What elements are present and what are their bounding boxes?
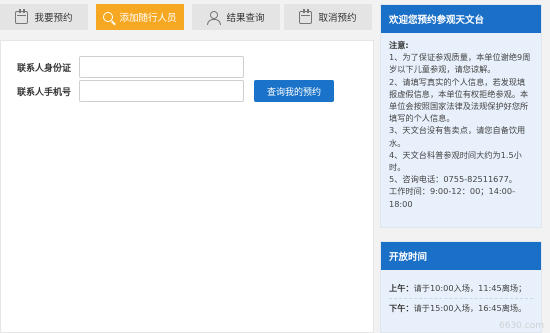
- tab-label: 结果查询: [226, 13, 265, 24]
- id-number-input[interactable]: [79, 56, 244, 78]
- id-row: 联系人身份证: [1, 56, 244, 78]
- phone-number-input[interactable]: [79, 80, 244, 102]
- query-reservation-button[interactable]: 查询我的预约: [254, 80, 334, 102]
- notice-panel: 欢迎您预约参观天文台 注意: 1、为了保证参观质量，本单位谢绝9周岁以下儿童参观…: [380, 4, 542, 228]
- user-icon: [207, 10, 222, 25]
- calendar-icon: [15, 8, 29, 24]
- morning-label: 上午：: [389, 283, 414, 293]
- tab-label: 添加随行人员: [119, 13, 177, 24]
- morning-hours: 上午：请于10:00入场，11:45离场；: [389, 280, 533, 297]
- notice-item: 1、为了保证参观质量，本单位谢绝9周岁以下儿童参观，请您谅解。: [389, 52, 531, 75]
- opening-hours-panel: 开放时间 上午：请于10:00入场，11:45离场； 下午：请于15:00入场，…: [380, 241, 542, 333]
- tab-label: 取消预约: [318, 13, 357, 24]
- notice-item: 3、天文台没有售卖点，请您自备饮用水。: [389, 125, 526, 148]
- tab-bar: 我要预约 添加随行人员 结果查询 取消预约: [0, 0, 372, 32]
- notice-panel-body: 注意: 1、为了保证参观质量，本单位谢绝9周岁以下儿童参观，请您谅解。 2、请填…: [381, 33, 541, 227]
- morning-text: 请于10:00入场，11:45离场；: [413, 283, 527, 293]
- afternoon-label: 下午：: [389, 303, 414, 313]
- tab-cancel-reservation[interactable]: 取消预约: [284, 4, 372, 30]
- tab-label: 我要预约: [34, 13, 73, 24]
- notice-panel-title: 欢迎您预约参观天文台: [381, 5, 541, 33]
- phone-label: 联系人手机号: [16, 87, 71, 98]
- calendar-cancel-icon: [299, 8, 313, 24]
- afternoon-hours: 下午：请于15:00入场，16:45离场。: [389, 300, 533, 317]
- query-form-panel: 联系人身份证 联系人手机号 查询我的预约: [0, 40, 374, 333]
- phone-row: 联系人手机号: [1, 80, 244, 102]
- tab-add-companions[interactable]: 添加随行人员: [96, 4, 184, 30]
- divider: [389, 298, 533, 299]
- notice-item: 工作时间：9:00-12：00；14:00-18:00: [389, 186, 516, 209]
- notice-item: 5、咨询电话：0755-82511677。: [389, 174, 517, 185]
- notice-heading: 注意:: [389, 40, 409, 50]
- tab-result-query[interactable]: 结果查询: [192, 4, 280, 30]
- tab-make-reservation[interactable]: 我要预约: [0, 4, 88, 30]
- notice-item: 2、请填写真实的个人信息，若发现填报虚假信息，本单位有权拒绝参观。本单位会按照国…: [389, 76, 529, 124]
- id-label: 联系人身份证: [16, 63, 71, 74]
- afternoon-text: 请于15:00入场，16:45离场。: [413, 303, 527, 313]
- hours-panel-title: 开放时间: [381, 242, 541, 270]
- notice-item: 4、天文台科普参观时间大约为1.5小时。: [389, 149, 522, 173]
- watermark: 6630.com: [499, 321, 544, 331]
- search-icon: [103, 12, 114, 22]
